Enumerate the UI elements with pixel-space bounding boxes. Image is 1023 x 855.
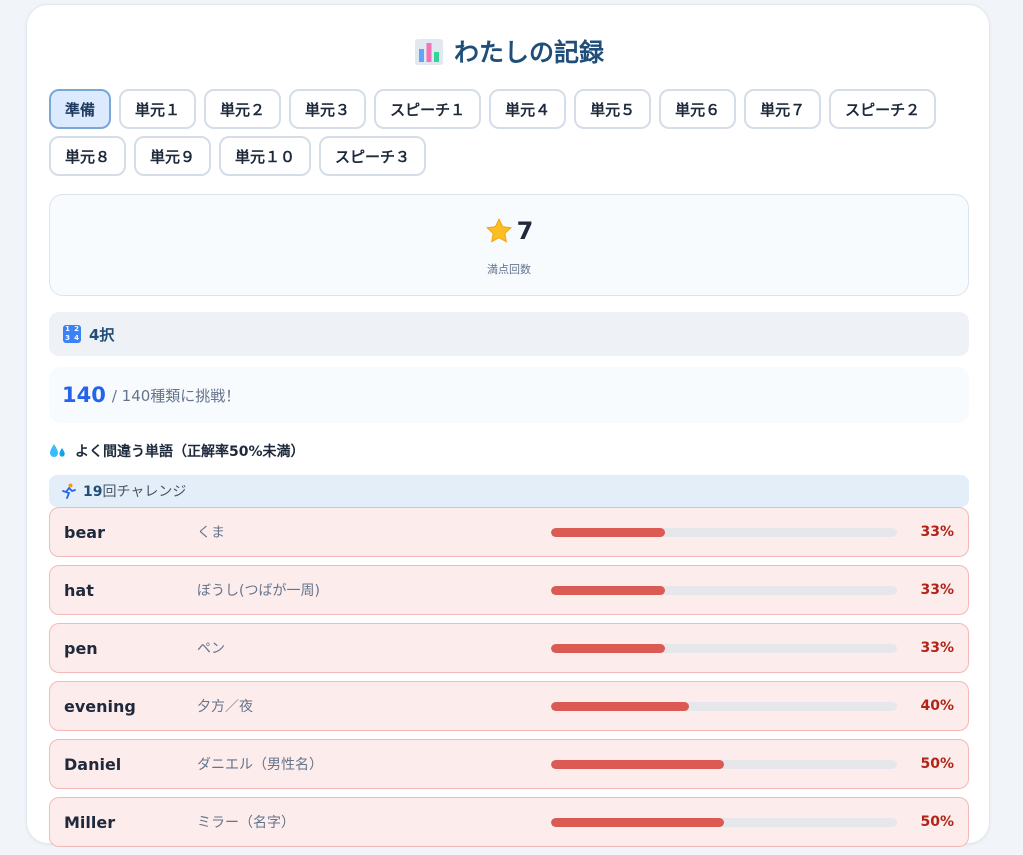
- perfect-label: 満点回数: [487, 263, 531, 276]
- accuracy-bar-fill: [551, 702, 690, 711]
- word-english: Miller: [64, 812, 116, 832]
- accuracy-bar-fill: [551, 644, 666, 653]
- accuracy-rate: 33%: [920, 640, 954, 656]
- tab-6[interactable]: 単元５: [574, 89, 652, 129]
- accuracy-rate: 50%: [920, 814, 954, 830]
- tab-2[interactable]: 単元２: [204, 89, 282, 129]
- running-person-icon: [61, 483, 77, 499]
- challenged-count: 140: [62, 383, 106, 407]
- accuracy-rate: 33%: [920, 582, 954, 598]
- accuracy-rate: 50%: [920, 756, 954, 772]
- accuracy-bar: [551, 528, 897, 537]
- tries-suffix: 回チャレンジ: [102, 484, 187, 500]
- accuracy-bar: [551, 644, 897, 653]
- word-english: pen: [64, 638, 98, 658]
- list-item: Daniel ダニエル（男性名） 50%: [49, 739, 969, 789]
- tab-7[interactable]: 単元６: [659, 89, 737, 129]
- star-icon: [485, 217, 513, 245]
- tab-4[interactable]: スピーチ１: [374, 89, 482, 129]
- accuracy-bar-fill: [551, 818, 724, 827]
- tab-0[interactable]: 準備: [49, 89, 112, 129]
- challenged-total: / 140種類に挑戦！: [111, 386, 241, 405]
- word-english: bear: [64, 522, 105, 542]
- tab-1[interactable]: 単元１: [119, 89, 197, 129]
- quiz-mode-bar: 1234 4択: [49, 312, 969, 356]
- weak-words-title: よく間違う単語（正解率50%未満）: [49, 441, 305, 461]
- tries-count: 19: [83, 484, 103, 500]
- unit-tabs: 準備 単元１ 単元２ 単元３ スピーチ１ 単元４ 単元５ 単元６ 単元７ スピーチ２ 単元８ 単元９ 単…: [49, 89, 969, 176]
- list-item: Miller ミラー（名字） 50%: [49, 797, 969, 847]
- word-english: hat: [64, 580, 94, 600]
- sweat-drops-icon: [49, 443, 67, 459]
- tries-bar: 19回チャレンジ: [49, 475, 969, 507]
- tab-12[interactable]: 単元１０: [219, 136, 312, 176]
- word-japanese: くま: [197, 525, 225, 541]
- accuracy-bar-fill: [551, 760, 724, 769]
- accuracy-bar-fill: [551, 586, 666, 595]
- tab-9[interactable]: スピーチ２: [829, 89, 937, 129]
- tab-8[interactable]: 単元７: [744, 89, 822, 129]
- word-english: evening: [64, 696, 136, 716]
- list-item: evening 夕方／夜 40%: [49, 681, 969, 731]
- tab-3[interactable]: 単元３: [289, 89, 367, 129]
- perfect-score-summary: 7 満点回数: [49, 194, 969, 296]
- weak-word-list: bear くま 33% hat ぼうし(つばが一周) 33% pen ペン 33% evening…: [49, 507, 969, 855]
- mode-label: 4択: [89, 325, 115, 344]
- tab-13[interactable]: スピーチ３: [319, 136, 427, 176]
- accuracy-rate: 40%: [920, 698, 954, 714]
- word-japanese: ぼうし(つばが一周): [197, 583, 320, 599]
- weak-words-label: よく間違う単語（正解率50%未満）: [75, 444, 305, 460]
- title-row: わたしの記録: [27, 33, 991, 69]
- accuracy-bar: [551, 818, 897, 827]
- tab-5[interactable]: 単元４: [489, 89, 567, 129]
- accuracy-rate: 33%: [920, 524, 954, 540]
- tab-11[interactable]: 単元９: [134, 136, 212, 176]
- perfect-count: 7: [516, 217, 534, 245]
- list-item: pen ペン 33%: [49, 623, 969, 673]
- word-japanese: ダニエル（男性名）: [197, 757, 323, 773]
- word-english: Daniel: [64, 754, 122, 774]
- list-item: bear くま 33%: [49, 507, 969, 557]
- list-item: hat ぼうし(つばが一周) 33%: [49, 565, 969, 615]
- page-title: わたしの記録: [453, 38, 604, 67]
- accuracy-bar-fill: [551, 528, 666, 537]
- word-japanese: ミラー（名字）: [197, 815, 295, 831]
- word-japanese: 夕方／夜: [197, 699, 253, 715]
- numbers-grid-icon: 1234: [63, 325, 81, 343]
- accuracy-bar: [551, 760, 897, 769]
- records-card: わたしの記録 準備 単元１ 単元２ 単元３ スピーチ１ 単元４ 単元５ 単元６ 単元７ スピーチ２…: [26, 4, 991, 847]
- bar-chart-icon: [414, 37, 444, 65]
- tab-10[interactable]: 単元８: [49, 136, 127, 176]
- accuracy-bar: [551, 702, 897, 711]
- accuracy-bar: [551, 586, 897, 595]
- word-japanese: ペン: [197, 641, 225, 657]
- challenge-summary: 140 / 140種類に挑戦！: [49, 367, 969, 423]
